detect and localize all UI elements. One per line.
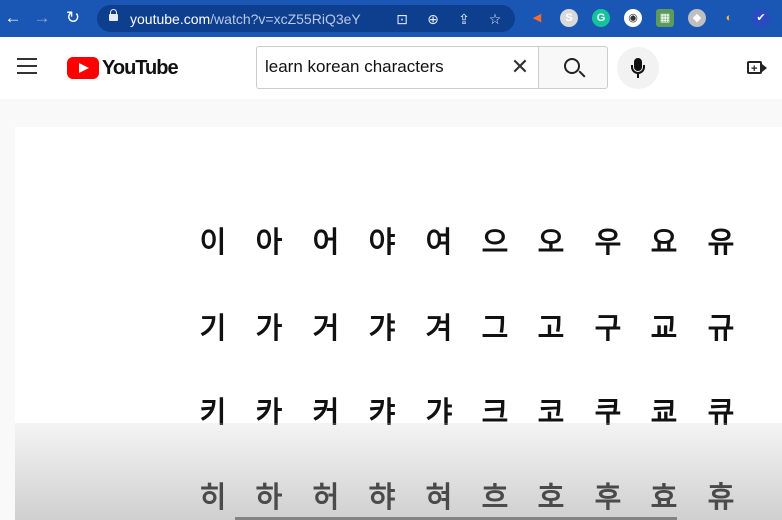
play-logo-icon — [67, 57, 99, 79]
hangul-syllable: 구 — [594, 311, 622, 345]
search-input[interactable] — [265, 57, 500, 77]
video-player[interactable]: 이아어야여으오우요유기가거갸겨그고구교규키카커캬갸크코쿠쿄큐히하허햐혀흐호후효휴 — [15, 127, 782, 520]
hangul-syllable: 아 — [255, 225, 283, 259]
install-app-icon[interactable]: ⊡ — [393, 10, 411, 28]
lock-icon[interactable] — [109, 9, 118, 23]
create-video-button[interactable]: + — [747, 59, 769, 77]
clear-search-icon[interactable]: ✕ — [509, 56, 531, 78]
video-camera-icon: + — [747, 61, 762, 75]
extension-icon-5[interactable]: ◆ — [688, 9, 706, 27]
hangul-syllable: 그 — [481, 311, 509, 345]
address-bar[interactable]: youtube.com/watch?v=xcZ55RiQ3eY ⊡ ⊕ ⇪ ☆ — [97, 5, 515, 32]
extension-icon-6[interactable]: ◐ — [720, 9, 738, 27]
zoom-icon[interactable]: ⊕ — [424, 10, 442, 28]
share-icon[interactable]: ⇪ — [455, 10, 473, 28]
hangul-syllable: 가 — [255, 311, 283, 345]
back-arrow-icon[interactable]: ← — [2, 7, 24, 29]
camera-lens — [762, 64, 767, 72]
hangul-syllable: 기 — [199, 311, 227, 345]
browser-toolbar: ← → ↻ youtube.com/watch?v=xcZ55RiQ3eY ⊡ … — [0, 0, 782, 37]
hangul-syllable: 이 — [199, 225, 227, 259]
hangul-syllable: 여 — [425, 225, 453, 259]
search-button[interactable] — [538, 46, 608, 89]
hangul-syllable: 교 — [650, 311, 678, 345]
hangul-syllable: 요 — [650, 225, 678, 259]
extension-icon-2[interactable]: G — [592, 9, 610, 27]
plus-icon: + — [751, 63, 758, 75]
hangul-syllable: 거 — [312, 311, 340, 345]
menu-icon[interactable] — [17, 58, 39, 76]
video-area: 이아어야여으오우요유기가거갸겨그고구교규키카커캬갸크코쿠쿄큐히하허햐혀흐호후효휴 — [0, 99, 782, 520]
extension-icon-1[interactable]: S — [560, 9, 578, 27]
player-controls-gradient — [15, 423, 782, 520]
extension-icon-3[interactable]: ◉ — [624, 9, 642, 27]
forward-arrow-icon[interactable]: → — [31, 7, 53, 29]
hangul-syllable: 오 — [537, 225, 565, 259]
youtube-header: YouTube ✕ + — [0, 37, 782, 99]
microphone-stand — [631, 65, 645, 74]
hangul-syllable: 갸 — [368, 311, 396, 345]
reload-icon[interactable]: ↻ — [62, 7, 84, 29]
url-text[interactable]: youtube.com/watch?v=xcZ55RiQ3eY — [130, 11, 361, 27]
hangul-syllable: 유 — [707, 225, 735, 259]
hangul-syllable: 어 — [312, 225, 340, 259]
search-icon — [564, 58, 580, 74]
url-path: /watch?v=xcZ55RiQ3eY — [210, 11, 361, 27]
bookmark-star-icon[interactable]: ☆ — [486, 10, 504, 28]
youtube-logo[interactable]: YouTube — [67, 56, 179, 80]
hangul-syllable: 겨 — [425, 311, 453, 345]
hangul-syllable: 규 — [707, 311, 735, 345]
extension-icon-4[interactable]: ▦ — [656, 9, 674, 27]
hangul-syllable: 고 — [537, 311, 565, 345]
url-host: youtube.com — [130, 11, 211, 27]
hangul-syllable: 야 — [368, 225, 396, 259]
microphone-stem — [637, 74, 639, 78]
megaphone-extension-icon[interactable]: ◀ — [528, 9, 546, 27]
logo-text: YouTube — [102, 56, 179, 79]
extension-icon-7[interactable]: ✔ — [752, 9, 770, 27]
search-box[interactable]: ✕ — [256, 46, 539, 89]
hangul-syllable: 으 — [481, 225, 509, 259]
hangul-syllable: 우 — [594, 225, 622, 259]
voice-search-button[interactable] — [617, 47, 659, 89]
